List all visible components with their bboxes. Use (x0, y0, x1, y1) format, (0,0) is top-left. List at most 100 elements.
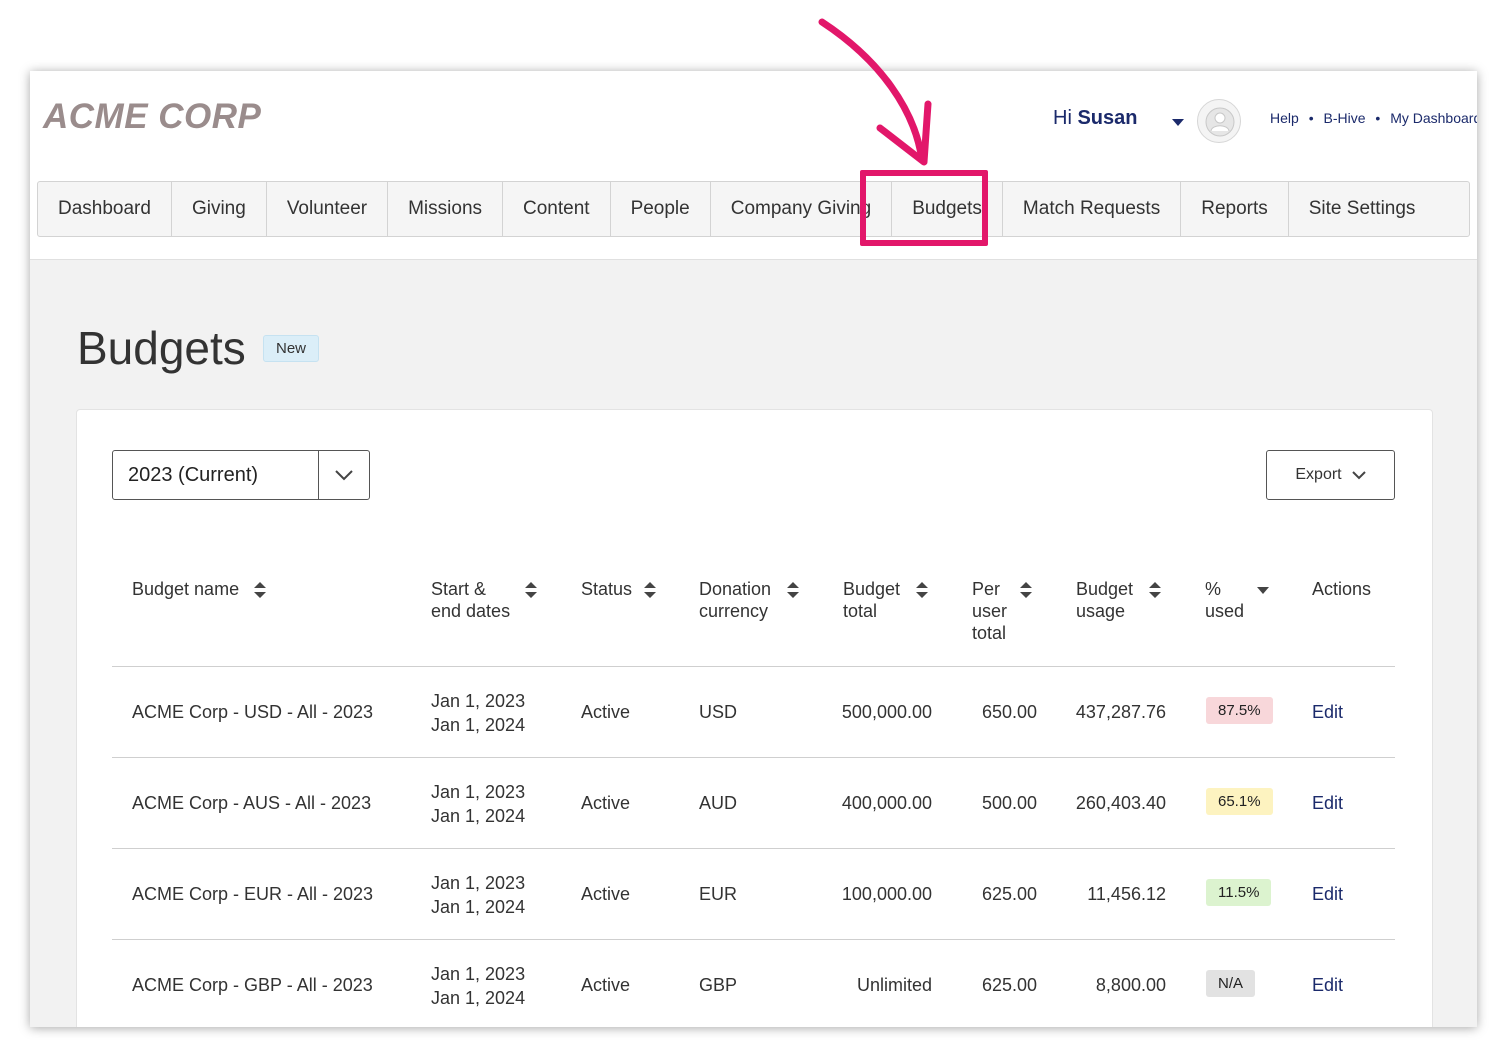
edit-link[interactable]: Edit (1312, 884, 1343, 905)
header-dates[interactable]: Start & end dates (431, 578, 537, 622)
cell-status: Active (581, 975, 631, 995)
header-label: Budget (1076, 579, 1134, 599)
budgets-table: Budget name Start & end dates Status Don… (112, 560, 1395, 1027)
header-label: user (972, 601, 1008, 621)
sort-icon[interactable] (1020, 582, 1032, 598)
header-budget-usage[interactable]: Budget usage (1076, 578, 1161, 622)
cell-start-date: Jan 1, 2023 (431, 782, 526, 802)
header-percent-used[interactable]: % used (1205, 578, 1269, 622)
budgets-highlight-box (860, 170, 988, 246)
cell-status: Active (581, 702, 631, 722)
header-per-user-total[interactable]: Per user total (972, 578, 1032, 644)
edit-link[interactable]: Edit (1312, 975, 1343, 996)
company-logo[interactable]: ACME CORP (43, 97, 261, 137)
new-badge: New (263, 335, 320, 362)
cell-budget-usage: 260,403.40 (1075, 793, 1166, 813)
cell-end-date: Jan 1, 2024 (431, 715, 526, 735)
app-window: ACME CORP Hi Susan Help • B-Hive • My Da… (30, 71, 1477, 1027)
bhive-link[interactable]: B-Hive (1323, 110, 1365, 126)
header-label: currency (699, 601, 769, 621)
percent-used-badge: 11.5% (1206, 879, 1272, 906)
user-menu-caret-icon[interactable] (1172, 119, 1184, 126)
cell-dates: Jan 1, 2023 Jan 1, 2024 (431, 962, 525, 1010)
cell-budget-total: 400,000.00 (841, 793, 932, 813)
cell-budget-usage: 437,287.76 (1075, 702, 1166, 722)
header: ACME CORP Hi Susan Help • B-Hive • My Da… (30, 71, 1477, 260)
cell-budget-total: 100,000.00 (841, 884, 932, 904)
table-header: Budget name Start & end dates Status Don… (112, 560, 1395, 667)
cell-start-date: Jan 1, 2023 (431, 964, 526, 984)
my-dashboard-link[interactable]: My Dashboard (1390, 110, 1477, 126)
edit-link[interactable]: Edit (1312, 702, 1343, 723)
tab-match-requests[interactable]: Match Requests (1003, 182, 1182, 236)
tab-missions[interactable]: Missions (388, 182, 504, 236)
link-separator: • (1375, 110, 1381, 126)
cell-per-user-total: 500.00 (981, 793, 1037, 813)
sort-icon[interactable] (1149, 582, 1161, 598)
header-status[interactable]: Status (581, 578, 656, 600)
cell-status: Active (581, 793, 631, 813)
tab-giving[interactable]: Giving (172, 182, 267, 236)
chevron-down-icon[interactable] (318, 451, 369, 499)
header-label: Budget name (132, 579, 240, 599)
table-row: ACME Corp - USD - All - 2023 Jan 1, 2023… (112, 667, 1395, 758)
cell-budget-total: 500,000.00 (841, 702, 932, 722)
cell-currency: AUD (699, 793, 738, 813)
user-name: Susan (1077, 107, 1138, 129)
cell-start-date: Jan 1, 2023 (431, 691, 526, 711)
header-currency[interactable]: Donation currency (699, 578, 799, 622)
edit-link[interactable]: Edit (1312, 793, 1343, 814)
caret-down-icon[interactable] (1257, 587, 1269, 594)
cell-currency: EUR (699, 884, 738, 904)
main-nav: Dashboard Giving Volunteer Missions Cont… (37, 181, 1470, 237)
tab-site-settings[interactable]: Site Settings (1289, 182, 1436, 236)
cell-budget-usage: 8,800.00 (1095, 975, 1166, 995)
sort-icon[interactable] (254, 582, 266, 598)
sort-icon[interactable] (644, 582, 656, 598)
header-label: % (1205, 579, 1222, 599)
tab-dashboard[interactable]: Dashboard (38, 182, 172, 236)
percent-used-badge: N/A (1206, 970, 1256, 997)
cell-budget-name: ACME Corp - EUR - All - 2023 (132, 884, 374, 904)
sort-icon[interactable] (916, 582, 928, 598)
header-label: used (1205, 601, 1245, 621)
cell-budget-usage: 11,456.12 (1087, 884, 1166, 904)
export-button[interactable]: Export (1266, 450, 1395, 500)
cell-status: Active (581, 884, 631, 904)
sort-icon[interactable] (525, 582, 537, 598)
cell-budget-total: Unlimited (856, 975, 932, 995)
percent-used-badge: 65.1% (1206, 788, 1273, 815)
header-budget-total[interactable]: Budget total (843, 578, 928, 622)
page-title: Budgets (77, 322, 246, 374)
tab-people[interactable]: People (611, 182, 711, 236)
chevron-down-icon (1351, 470, 1366, 479)
tab-reports[interactable]: Reports (1181, 182, 1289, 236)
table-row: ACME Corp - AUS - All - 2023 Jan 1, 2023… (112, 758, 1395, 849)
help-link[interactable]: Help (1270, 110, 1299, 126)
header-label: Per (972, 579, 1001, 599)
budgets-card: 2023 (Current) Export Budget name Start … (76, 409, 1433, 1027)
header-label: usage (1076, 601, 1126, 621)
tab-volunteer[interactable]: Volunteer (267, 182, 389, 236)
cell-end-date: Jan 1, 2024 (431, 806, 526, 826)
header-label: Budget (843, 579, 901, 599)
header-label: total (972, 623, 1007, 643)
header-budget-name[interactable]: Budget name (132, 578, 266, 600)
header-actions: Actions (1312, 579, 1372, 599)
header-label: total (843, 601, 878, 621)
cell-currency: GBP (699, 975, 738, 995)
sort-icon[interactable] (787, 582, 799, 598)
table-row: ACME Corp - EUR - All - 2023 Jan 1, 2023… (112, 849, 1395, 940)
cell-budget-name: ACME Corp - GBP - All - 2023 (132, 975, 373, 995)
export-label: Export (1295, 466, 1342, 483)
year-select-value: 2023 (Current) (128, 463, 259, 486)
cell-end-date: Jan 1, 2024 (431, 988, 526, 1008)
header-label: end dates (431, 601, 511, 621)
user-greeting[interactable]: Hi Susan (1053, 107, 1137, 130)
top-links: Help • B-Hive • My Dashboard (1270, 110, 1477, 126)
tab-content[interactable]: Content (503, 182, 611, 236)
header-label: Status (581, 579, 633, 599)
header-label: Start & (431, 579, 487, 599)
year-select[interactable]: 2023 (Current) (112, 450, 370, 500)
user-avatar-icon[interactable] (1197, 99, 1241, 143)
